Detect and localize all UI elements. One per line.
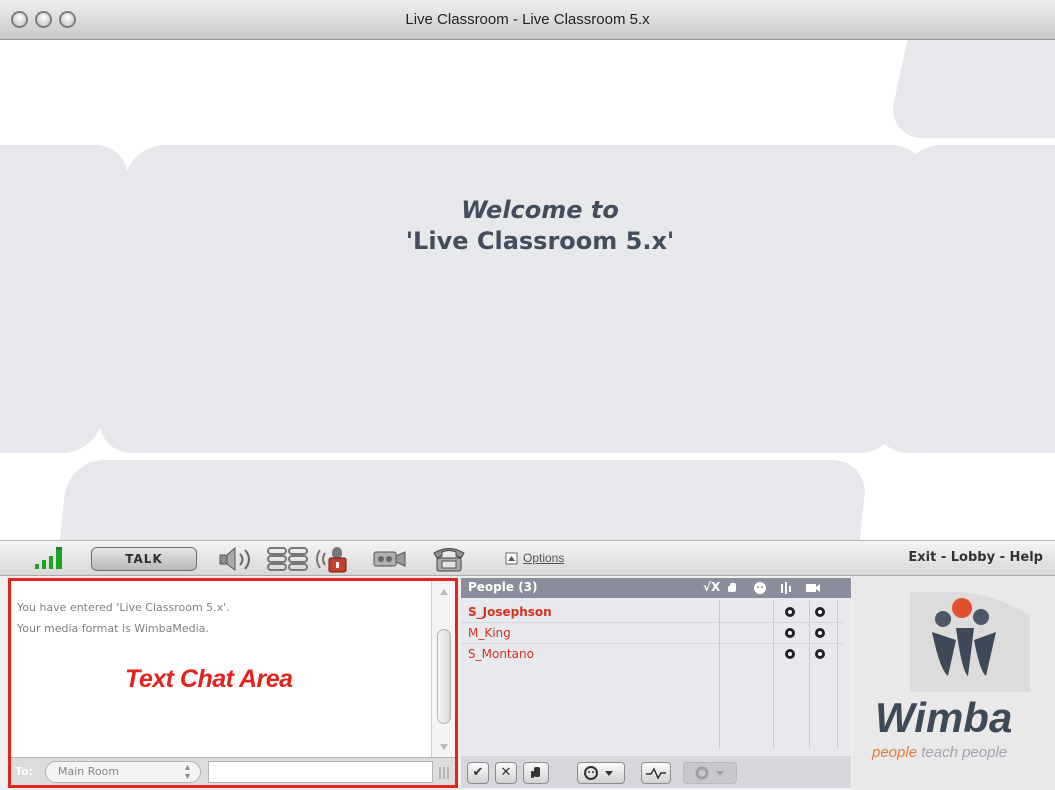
to-label: To: bbox=[15, 765, 33, 778]
tagline-rest: teach people bbox=[917, 744, 1008, 761]
gear-icon bbox=[695, 766, 724, 780]
wimba-wordmark: Wimba bbox=[875, 694, 1013, 741]
telephone-icon[interactable] bbox=[430, 544, 470, 574]
wimba-logo: Wimba people teach people bbox=[852, 576, 1055, 790]
audio-status-icon bbox=[785, 607, 795, 617]
signal-strength-icon bbox=[35, 547, 62, 569]
talk-queue-icon[interactable] bbox=[266, 545, 310, 573]
participant-name: S_Josephson bbox=[468, 605, 552, 619]
video-status-icon bbox=[815, 607, 825, 617]
text-chat-area: You have entered 'Live Classroom 5.x'. Y… bbox=[8, 578, 458, 788]
approval-header-icon[interactable]: √X bbox=[703, 580, 720, 594]
emoticon-menu-button[interactable] bbox=[577, 762, 625, 784]
chat-input-bar: To: Main Room ▴ ▾ bbox=[11, 757, 455, 785]
welcome-line-2: 'Live Classroom 5.x' bbox=[405, 227, 675, 255]
link-separator: - bbox=[995, 550, 1010, 565]
bottom-panel: You have entered 'Live Classroom 5.x'. Y… bbox=[0, 576, 1055, 790]
welcome-message: Welcome to 'Live Classroom 5.x' bbox=[260, 195, 820, 257]
participant-row[interactable]: M_King bbox=[461, 623, 843, 644]
wimba-tagline: people teach people bbox=[872, 744, 1007, 761]
window-titlebar: Live Classroom - Live Classroom 5.x bbox=[0, 0, 1055, 40]
decor-tile bbox=[886, 40, 1055, 138]
hand-raise-header-icon[interactable] bbox=[727, 581, 739, 595]
raise-hand-button[interactable] bbox=[523, 762, 549, 784]
activity-icon bbox=[646, 767, 666, 780]
emoticon-dropdown-icon bbox=[584, 766, 613, 780]
speaker-icon[interactable] bbox=[218, 545, 260, 573]
exit-link[interactable]: Exit bbox=[908, 550, 936, 565]
chat-message: You have entered 'Live Classroom 5.x'. bbox=[17, 601, 230, 614]
media-toolbar: TALK Options Exit - Lobby - Help bbox=[0, 540, 1055, 576]
tagline-highlight: people bbox=[872, 744, 918, 761]
video-header-icon[interactable] bbox=[805, 582, 821, 594]
people-header: People (3) √X bbox=[461, 578, 851, 598]
people-title: People (3) bbox=[468, 580, 538, 594]
chat-message: Your media format is WimbaMedia. bbox=[17, 622, 209, 635]
decor-tile bbox=[871, 145, 1055, 453]
room-select-value: Main Room bbox=[58, 765, 120, 778]
welcome-line-1: Welcome to bbox=[461, 196, 619, 224]
select-arrows-icon: ▴ ▾ bbox=[184, 762, 190, 782]
participant-row[interactable]: S_Montano bbox=[461, 644, 843, 665]
audio-status-icon bbox=[785, 628, 795, 638]
chat-scroll-thumb[interactable] bbox=[437, 629, 451, 724]
presentation-stage: Welcome to 'Live Classroom 5.x' bbox=[0, 40, 1055, 540]
help-link[interactable]: Help bbox=[1010, 550, 1043, 565]
mic-lock-icon[interactable] bbox=[314, 544, 356, 574]
disapprove-button[interactable]: ✕ bbox=[495, 762, 517, 784]
audio-header-icon[interactable] bbox=[779, 581, 793, 595]
lobby-link[interactable]: Lobby bbox=[951, 550, 995, 565]
people-panel: People (3) √X S_Josephson M_King S_Monta… bbox=[461, 578, 851, 788]
chat-scrollbar[interactable] bbox=[431, 581, 455, 757]
scroll-up-icon[interactable] bbox=[439, 588, 449, 596]
scroll-down-icon[interactable] bbox=[439, 743, 449, 751]
emoticon-header-icon[interactable] bbox=[753, 581, 767, 595]
video-status-icon bbox=[815, 649, 825, 659]
decor-tile bbox=[55, 460, 869, 540]
resize-grip-icon[interactable] bbox=[438, 767, 450, 779]
participant-name: M_King bbox=[468, 626, 511, 640]
wimba-people-icon bbox=[910, 592, 1030, 692]
participant-row[interactable]: S_Josephson bbox=[461, 602, 843, 623]
exit-lobby-help-links: Exit - Lobby - Help bbox=[908, 550, 1043, 565]
chat-message-input[interactable] bbox=[208, 761, 433, 783]
options-link[interactable]: Options bbox=[523, 551, 564, 565]
link-separator: - bbox=[936, 550, 951, 565]
settings-menu-button[interactable] bbox=[683, 762, 737, 784]
approve-button[interactable]: ✔ bbox=[467, 762, 489, 784]
welcome-panel bbox=[95, 145, 929, 453]
talk-button[interactable]: TALK bbox=[91, 547, 197, 571]
video-status-icon bbox=[815, 628, 825, 638]
video-camera-icon[interactable] bbox=[372, 549, 408, 569]
audio-status-icon bbox=[785, 649, 795, 659]
options-toggle-icon[interactable] bbox=[505, 552, 519, 566]
people-action-bar: ✔ ✕ bbox=[461, 756, 851, 788]
window-title: Live Classroom - Live Classroom 5.x bbox=[405, 11, 650, 28]
participant-name: S_Montano bbox=[468, 647, 534, 661]
hand-icon bbox=[531, 767, 540, 778]
text-chat-area-label: Text Chat Area bbox=[125, 665, 293, 693]
chat-room-select[interactable]: Main Room ▴ ▾ bbox=[45, 761, 201, 783]
activity-button[interactable] bbox=[641, 762, 671, 784]
